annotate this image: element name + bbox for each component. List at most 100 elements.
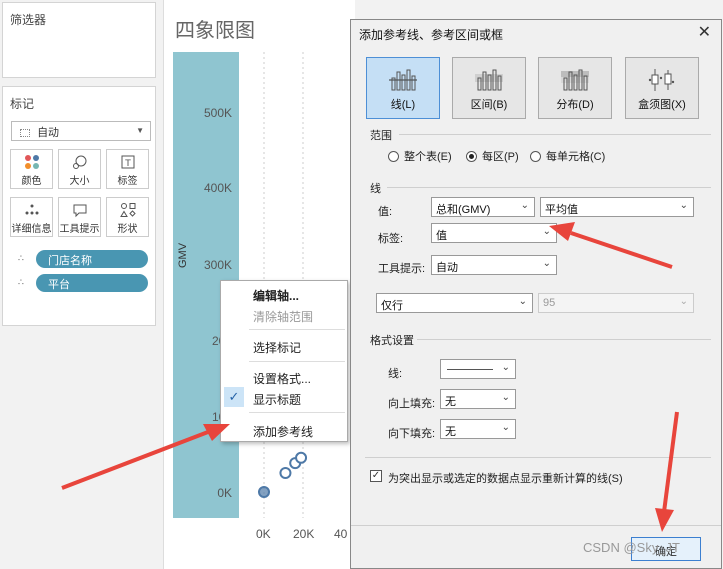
auto-mark-icon [20, 129, 30, 138]
line-only-select[interactable]: 仅行 ⌄ [376, 293, 533, 313]
tooltip-icon [59, 198, 100, 220]
watermark: CSDN @Sky_JT [583, 540, 680, 555]
section-divider [399, 134, 711, 135]
fill-above-label: 向上填充: [388, 398, 436, 410]
scope-section-label: 范围 [370, 130, 392, 142]
chevron-down-icon: ⌄ [501, 392, 510, 403]
recalc-label: 为突出显示或选定的数据点显示重新计算的线(S) [388, 473, 623, 485]
radio-circle [388, 151, 399, 162]
type-distribution-label: 分布(D) [556, 99, 594, 111]
line-only-text: 仅行 [381, 300, 403, 312]
mark-type-value: 自动 [37, 127, 60, 139]
chevron-down-icon: ⌄ [679, 296, 688, 307]
type-line-label: 线(L) [390, 99, 416, 111]
scope-per-cell-radio[interactable]: 每单元格(C) [530, 148, 605, 164]
sheet-title: 四象限图 [175, 18, 255, 42]
type-boxplot-label: 盒须图(X) [638, 99, 686, 111]
detail-button[interactable]: 详细信息 [10, 197, 53, 237]
aggregation-text: 平均值 [545, 204, 578, 216]
type-line-button[interactable]: 线(L) [366, 57, 440, 119]
tooltip-button[interactable]: 工具提示 [58, 197, 101, 237]
y-tick: 400K [203, 181, 232, 195]
radio-circle [530, 151, 541, 162]
pill-platform[interactable]: 平台 [36, 274, 148, 292]
confidence-select: 95 ⌄ [538, 293, 694, 313]
label-select[interactable]: 值 ⌄ [431, 223, 557, 243]
chevron-down-icon: ⌄ [542, 226, 551, 237]
chevron-down-icon: ⌄ [501, 422, 510, 433]
y-tick: 500K [203, 106, 232, 120]
section-divider [387, 187, 711, 188]
type-band-button[interactable]: 区间(B) [452, 57, 526, 119]
aggregation-select[interactable]: 平均值 ⌄ [540, 197, 694, 217]
section-divider [351, 525, 721, 526]
boxplot-type-icon [648, 69, 675, 91]
radio-circle-selected [466, 151, 477, 162]
data-point[interactable] [279, 467, 292, 479]
size-button[interactable]: 大小 [58, 149, 101, 189]
line-type-icon [389, 69, 417, 91]
shape-label: 形状 [117, 224, 138, 235]
value-field-label: 值: [378, 206, 393, 218]
section-divider [365, 457, 711, 458]
confidence-text: 95 [543, 297, 556, 309]
menu-show-header[interactable]: 显示标题 [221, 388, 347, 408]
shape-button[interactable]: 形状 [106, 197, 149, 237]
menu-clear-axis-range: 清除轴范围 [253, 310, 314, 324]
menu-format[interactable]: 设置格式... [221, 367, 347, 387]
pill-store-name[interactable]: 门店名称 [36, 250, 148, 268]
detail-dots-icon: ∴ [18, 253, 24, 263]
value-field-select[interactable]: 总和(GMV) ⌄ [431, 197, 535, 217]
add-reference-line-dialog: 添加参考线、参考区间或框 ✕ 线(L) 区间(B) 分布(D) 盒须图(X) 范… [350, 19, 722, 569]
menu-separator [249, 412, 345, 413]
fill-above-select[interactable]: 无 ⌄ [440, 389, 516, 409]
detail-dots-icon: ∴ [18, 277, 24, 287]
menu-add-reference-line[interactable]: 添加参考线 [221, 420, 347, 440]
value-field-text: 总和(GMV) [436, 204, 491, 216]
x-tick: 0K [256, 527, 271, 541]
data-point[interactable] [295, 451, 308, 464]
scope-per-pane-radio[interactable]: 每区(P) [466, 148, 519, 164]
menu-select-marks[interactable]: 选择标记 [221, 336, 347, 356]
fill-below-text: 无 [445, 426, 456, 438]
color-label: 颜色 [21, 176, 42, 187]
fill-below-label: 向下填充: [388, 428, 436, 440]
chevron-down-icon: ⌄ [679, 200, 688, 211]
text-label: 标签 [117, 176, 138, 187]
scope-option-label: 每区(P) [482, 151, 519, 163]
type-distribution-button[interactable]: 分布(D) [538, 57, 612, 119]
fill-above-text: 无 [445, 396, 456, 408]
close-icon[interactable]: ✕ [698, 22, 711, 42]
detail-label: 详细信息 [11, 224, 52, 235]
mark-type-dropdown[interactable]: 自动 ▼ [11, 121, 151, 141]
caret-down-icon: ▼ [136, 126, 144, 135]
band-type-icon [475, 69, 503, 91]
x-tick: 40 [334, 527, 348, 541]
size-label: 大小 [69, 176, 90, 187]
filters-panel: 筛选器 [2, 2, 156, 78]
size-icon [59, 150, 100, 172]
text-button[interactable]: T 标签 [106, 149, 149, 189]
line-section-label: 线 [370, 183, 381, 195]
menu-edit-axis[interactable]: 编辑轴... [221, 284, 347, 304]
chevron-down-icon: ⌄ [501, 362, 510, 373]
type-boxplot-button[interactable]: 盒须图(X) [625, 57, 699, 119]
dialog-title: 添加参考线、参考区间或框 [359, 28, 504, 42]
menu-separator [249, 329, 345, 330]
data-points [258, 451, 308, 498]
line-style-select[interactable]: ⌄ [440, 359, 516, 379]
tooltip-select-text: 自动 [436, 262, 458, 274]
tooltip-select[interactable]: 自动 ⌄ [431, 255, 557, 275]
svg-text:T: T [124, 159, 131, 169]
scope-option-label: 整个表(E) [404, 151, 452, 163]
color-button[interactable]: 颜色 [10, 149, 53, 189]
data-point[interactable] [258, 486, 270, 498]
detail-icon [11, 198, 52, 220]
recalc-checkbox[interactable]: ✓ [370, 470, 382, 482]
y-tick: 300K [203, 258, 232, 272]
fill-below-select[interactable]: 无 ⌄ [440, 419, 516, 439]
scope-entire-table-radio[interactable]: 整个表(E) [388, 148, 452, 164]
label-field-label: 标签: [378, 233, 404, 245]
color-icon [11, 150, 52, 172]
format-section-label: 格式设置 [370, 335, 414, 347]
